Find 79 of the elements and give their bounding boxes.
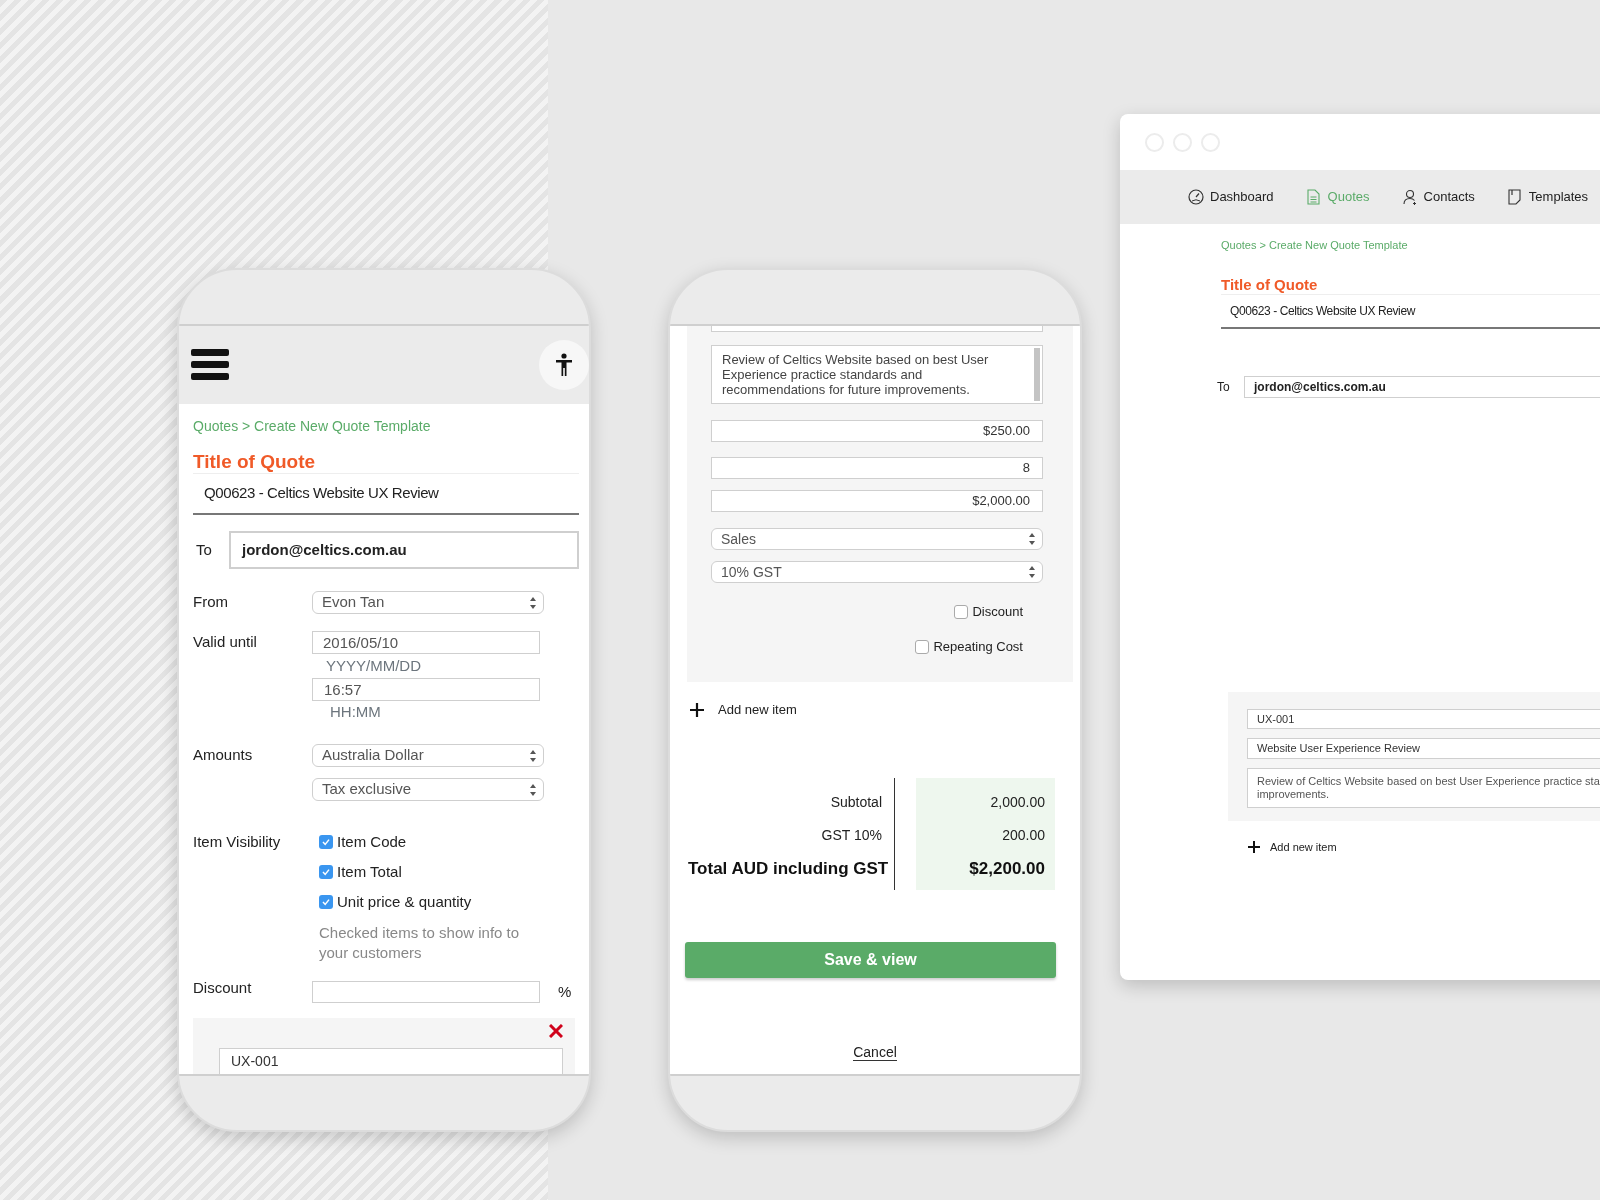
description-field[interactable]: Review of Celtics Website based on best User Experience practice sta improvements. bbox=[1247, 767, 1600, 808]
breadcrumb: Quotes > Create New Quote Template bbox=[193, 417, 432, 436]
email-field[interactable]: jordon@celtics.com.au bbox=[1244, 375, 1600, 398]
caret-icon bbox=[529, 595, 537, 610]
checkbox[interactable] bbox=[319, 895, 333, 909]
select-field[interactable]: 10% GST bbox=[711, 561, 1043, 583]
code-field[interactable]: UX-001 bbox=[1247, 708, 1600, 729]
gauge-icon bbox=[1188, 188, 1204, 206]
checkbox-label: Item Code bbox=[337, 831, 407, 852]
select-field[interactable]: Evon Tan bbox=[312, 591, 544, 614]
discount-field[interactable] bbox=[312, 981, 540, 1003]
time-field[interactable]: 16:57 bbox=[312, 678, 540, 701]
person-icon bbox=[1401, 188, 1418, 206]
summary-label: GST 10% bbox=[820, 825, 882, 845]
unit-label: % bbox=[557, 982, 573, 1002]
checkmark-icon bbox=[321, 867, 331, 877]
date-field[interactable]: 2016/05/10 bbox=[312, 631, 540, 654]
section-title: Title of Quote bbox=[193, 451, 317, 473]
field-label: Amounts bbox=[193, 745, 254, 765]
checkbox-label: Unit price & quantity bbox=[337, 891, 472, 912]
breadcrumb: Quotes > Create New Quote Template bbox=[1221, 238, 1408, 253]
email-field[interactable]: jordon@celtics.com.au bbox=[229, 530, 579, 569]
format-hint: HH:MM bbox=[329, 703, 382, 721]
accessibility-button[interactable] bbox=[539, 340, 589, 390]
select-field[interactable]: Sales bbox=[711, 528, 1043, 550]
plus-icon bbox=[1248, 840, 1260, 853]
title-field[interactable]: Q00623 - Celtics Website UX Review bbox=[1221, 293, 1600, 329]
name-field[interactable]: Website User Experience Review bbox=[1247, 738, 1600, 759]
total-label: Total AUD including GST bbox=[688, 857, 889, 880]
cancel-link[interactable]: Cancel bbox=[853, 1043, 897, 1061]
summary-amount: 2,000.00 bbox=[989, 792, 1045, 812]
field-label: Valid until bbox=[193, 632, 258, 652]
field-label: Item Visibility bbox=[193, 832, 282, 852]
plus-icon bbox=[690, 702, 704, 717]
checkbox[interactable] bbox=[319, 865, 333, 879]
caret-icon bbox=[529, 748, 537, 763]
quantity-field[interactable]: 8 bbox=[711, 457, 1043, 479]
checkmark-icon bbox=[321, 897, 331, 907]
add-item-link[interactable]: Add new item bbox=[1248, 838, 1337, 855]
unit-price-field[interactable]: $250.00 bbox=[711, 420, 1043, 442]
checkbox[interactable] bbox=[954, 605, 969, 619]
total-amount: $2,200.00 bbox=[969, 857, 1045, 880]
checkbox[interactable] bbox=[915, 640, 930, 654]
format-hint: YYYY/MM/DD bbox=[325, 657, 422, 675]
summary-amount: 200.00 bbox=[1001, 825, 1045, 845]
to-label: To bbox=[195, 539, 213, 560]
checkbox-label: Item Total bbox=[337, 861, 402, 882]
field-label: Discount bbox=[193, 978, 253, 998]
add-item-link[interactable]: Add new item bbox=[690, 700, 797, 720]
checkbox-label: Discount bbox=[972, 603, 1023, 622]
summary-label: Subtotal bbox=[829, 792, 882, 812]
section-title: Title of Quote bbox=[1221, 275, 1319, 294]
description-field[interactable]: Review of Celtics Website based on best User Experience practice standards and recommendations for future improvements. bbox=[711, 345, 1043, 404]
to-label: To bbox=[1217, 378, 1231, 396]
checkbox[interactable] bbox=[319, 835, 333, 849]
description-line: Review of Celtics Website based on best User Experience practice sta bbox=[1257, 774, 1600, 788]
caret-icon bbox=[1028, 565, 1036, 579]
checkmark-icon bbox=[321, 837, 331, 847]
help-text: Checked items to show info to your customers bbox=[318, 923, 521, 963]
page-icon bbox=[1506, 188, 1523, 206]
nav-tab[interactable]: Templates bbox=[1506, 187, 1589, 207]
description-line: improvements. bbox=[1257, 787, 1331, 801]
checkbox-label: Repeating Cost bbox=[933, 638, 1023, 657]
nav-tab[interactable]: Contacts bbox=[1401, 187, 1475, 207]
description-text: Review of Celtics Website based on best User Experience practice standards and recommendations for future improvements. bbox=[721, 351, 990, 399]
close-icon bbox=[549, 1023, 563, 1038]
menu-icon bbox=[191, 349, 229, 381]
total-field[interactable]: $2,000.00 bbox=[711, 490, 1043, 512]
nav-tab[interactable]: Dashboard bbox=[1188, 187, 1274, 207]
field-label: From bbox=[193, 592, 229, 612]
select-field[interactable]: Tax exclusive bbox=[312, 778, 544, 801]
title-field[interactable]: Q00623 - Celtics Website UX Review bbox=[193, 473, 579, 515]
scrollbar[interactable] bbox=[1034, 348, 1040, 401]
select-field[interactable]: Australia Dollar bbox=[312, 744, 544, 767]
caret-icon bbox=[529, 782, 537, 797]
person-icon bbox=[555, 353, 573, 377]
document-icon bbox=[1305, 188, 1322, 206]
caret-icon bbox=[1028, 532, 1036, 546]
code-field[interactable]: UX-001 bbox=[219, 1047, 563, 1074]
